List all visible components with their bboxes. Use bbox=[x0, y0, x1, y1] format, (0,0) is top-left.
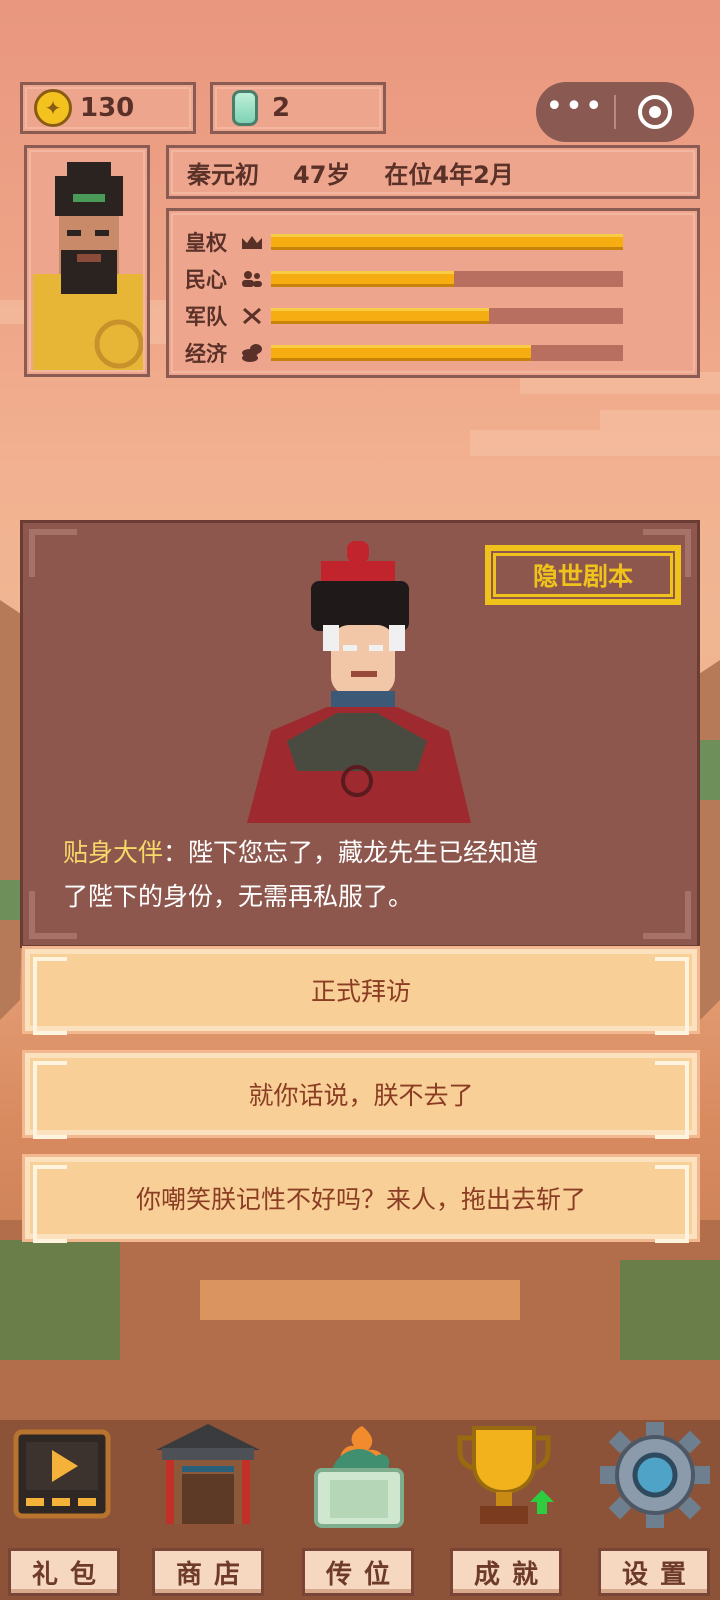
stat-row: 皇权 bbox=[185, 223, 681, 260]
stat-bar bbox=[271, 307, 623, 324]
stat-fill bbox=[271, 233, 623, 250]
nav-shop[interactable]: 商店 bbox=[152, 1420, 264, 1598]
scenario-tag-label: 隐世剧本 bbox=[522, 557, 643, 593]
stat-label: 皇权 bbox=[185, 230, 227, 255]
stat-label: 军队 bbox=[185, 304, 227, 329]
jade-value: 2 bbox=[272, 93, 291, 123]
nav-label: 商店 bbox=[152, 1548, 264, 1596]
choice-button[interactable]: 就你话说，朕不去了 bbox=[22, 1050, 700, 1139]
coin-display: ✦ 130 bbox=[34, 82, 134, 134]
jade-seal-icon bbox=[314, 1426, 404, 1528]
choice-label: 就你话说，朕不去了 bbox=[248, 1081, 474, 1110]
emperor-info: 秦元初 47岁 在位4年2月 bbox=[166, 145, 700, 199]
nav-label: 设置 bbox=[598, 1548, 710, 1596]
gear-icon bbox=[600, 1422, 710, 1528]
stat-row: 民心 bbox=[185, 260, 681, 297]
emperor-age: 47岁 bbox=[293, 160, 351, 189]
stat-fill bbox=[271, 344, 532, 361]
speaker-name: 贴身大伴 bbox=[63, 838, 164, 867]
stats-panel: 皇权 民心 军队 经济 bbox=[166, 208, 700, 378]
eunuch-portrait bbox=[247, 541, 471, 823]
speaker-separator: ： bbox=[163, 838, 189, 867]
nav-achievements[interactable]: 成就 bbox=[450, 1420, 562, 1598]
coin-value: 130 bbox=[80, 93, 135, 123]
swords-icon bbox=[239, 305, 265, 327]
stat-fill bbox=[271, 307, 490, 324]
close-miniprogram-button[interactable] bbox=[616, 95, 694, 129]
scenario-tag: 隐世剧本 bbox=[485, 545, 681, 605]
stat-label: 民心 bbox=[185, 267, 227, 292]
nav-abdicate[interactable]: 传位 bbox=[302, 1420, 414, 1598]
dialog-line2: 了陛下的身份，无需再私服了。 bbox=[63, 882, 414, 911]
emperor-portrait[interactable] bbox=[24, 145, 150, 377]
stat-row: 军队 bbox=[185, 297, 681, 334]
jade-icon bbox=[232, 90, 258, 126]
choice-label: 你嘲笑朕记性不好吗？来人，拖出去斩了 bbox=[135, 1185, 586, 1214]
nav-label: 传位 bbox=[302, 1548, 414, 1596]
choice-button[interactable]: 正式拜访 bbox=[22, 946, 700, 1035]
jade-display: 2 bbox=[232, 82, 290, 134]
coin-icon: ✦ bbox=[34, 89, 72, 127]
dialog-text: 贴身大伴：陛下您忘了，藏龙先生已经知道 了陛下的身份，无需再私服了。 bbox=[63, 831, 663, 919]
stat-row: 经济 bbox=[185, 334, 681, 371]
frame-corner bbox=[29, 529, 77, 577]
choice-button[interactable]: 你嘲笑朕记性不好吗？来人，拖出去斩了 bbox=[22, 1154, 700, 1243]
miniprogram-capsule: ••• bbox=[536, 82, 694, 142]
event-dialog: 隐世剧本 贴身大伴：陛下您忘了，藏龙先生已经知道 了陛下的身份，无需再私服了。 bbox=[20, 520, 700, 948]
stat-bar bbox=[271, 270, 623, 287]
trophy-icon bbox=[457, 1426, 554, 1524]
stat-fill bbox=[271, 270, 455, 287]
emperor-name: 秦元初 bbox=[187, 160, 259, 189]
crown-icon bbox=[239, 231, 265, 253]
emperor-avatar bbox=[33, 154, 145, 370]
people-icon bbox=[239, 268, 265, 290]
choice-label: 正式拜访 bbox=[310, 977, 411, 1006]
stat-label: 经济 bbox=[185, 341, 227, 366]
nav-gift[interactable]: 礼包 bbox=[8, 1420, 120, 1598]
dialog-line1: 陛下您忘了，藏龙先生已经知道 bbox=[188, 838, 539, 867]
shop-icon bbox=[156, 1424, 260, 1524]
nav-settings[interactable]: 设置 bbox=[598, 1420, 710, 1598]
stat-bar bbox=[271, 233, 623, 250]
coins-icon bbox=[239, 342, 265, 364]
target-icon bbox=[638, 95, 672, 129]
video-play-icon bbox=[13, 1429, 111, 1519]
stat-bar bbox=[271, 344, 623, 361]
nav-label: 礼包 bbox=[8, 1548, 120, 1596]
reign-duration: 在位4年2月 bbox=[384, 160, 514, 189]
nav-label: 成就 bbox=[450, 1548, 562, 1596]
